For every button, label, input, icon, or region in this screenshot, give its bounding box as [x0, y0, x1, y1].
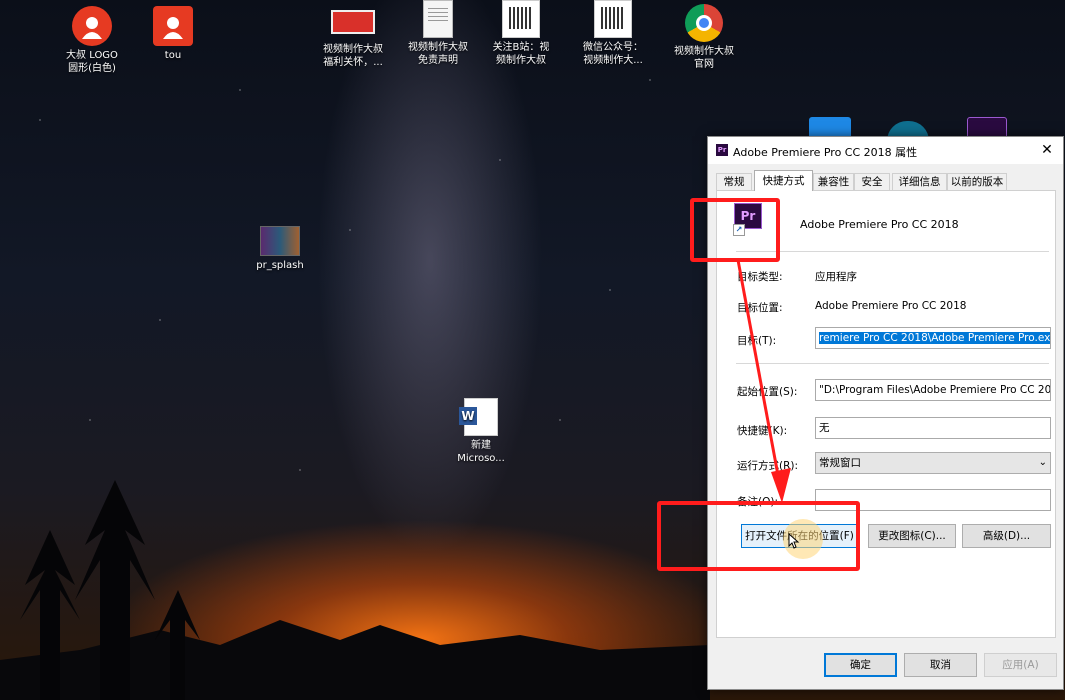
- target-type-value: 应用程序: [815, 271, 857, 283]
- chevron-down-icon: ⌄: [1038, 457, 1047, 468]
- desktop-icon-pr-splash[interactable]: pr_splash: [234, 226, 326, 272]
- apply-button[interactable]: 应用(A): [984, 653, 1057, 677]
- desktop-icon-label: tou: [164, 50, 182, 61]
- change-icon-button[interactable]: 更改图标(C)...: [868, 524, 956, 548]
- desktop-icon-website[interactable]: 视频制作大叔 官网: [658, 4, 750, 71]
- shortcut-key-input[interactable]: 无: [815, 417, 1051, 439]
- close-icon[interactable]: ✕: [1037, 141, 1057, 159]
- annotation-box-open-location: [657, 501, 860, 571]
- tab-shortcut[interactable]: 快捷方式: [754, 170, 813, 191]
- red-circle-logo-icon: [72, 6, 112, 46]
- desktop-icon-disclaimer[interactable]: 视频制作大叔 免责声明: [392, 0, 484, 67]
- dialog-titlebar[interactable]: Pr Adobe Premiere Pro CC 2018 属性 ✕: [708, 137, 1063, 164]
- ok-button[interactable]: 确定: [824, 653, 897, 677]
- word-document-icon: W: [459, 398, 498, 436]
- desktop-icon-label: 微信公众号： 视频制作大...: [583, 42, 643, 66]
- image-thumbnail-icon: [260, 226, 300, 256]
- cancel-button[interactable]: 取消: [904, 653, 977, 677]
- desktop-icon-wechat[interactable]: 微信公众号： 视频制作大...: [567, 0, 659, 67]
- desktop-icon-word-doc[interactable]: W 新建 Microso...: [435, 398, 527, 465]
- tab-security[interactable]: 安全: [854, 173, 890, 190]
- pine-trees: [20, 480, 200, 700]
- document-file-icon: [423, 0, 453, 38]
- desktop-icon-label: 大叔 LOGO 圆形(白色): [66, 50, 118, 74]
- premiere-small-icon: Pr: [716, 144, 728, 156]
- desktop-icon-bilibili[interactable]: 关注B站：视 频制作大叔: [475, 0, 567, 67]
- desktop-icon-tou[interactable]: tou: [127, 6, 219, 62]
- tab-previous-versions[interactable]: 以前的版本: [947, 173, 1007, 190]
- desktop-icon-logo-white[interactable]: 大叔 LOGO 圆形(白色): [46, 6, 138, 75]
- target-input[interactable]: remiere Pro CC 2018\Adobe Premiere Pro.e…: [815, 327, 1051, 349]
- annotation-arrow: [736, 259, 791, 503]
- run-select[interactable]: 常规窗口 ⌄: [815, 452, 1051, 474]
- tab-general[interactable]: 常规: [716, 173, 752, 190]
- desktop-icon-label: 视频制作大叔 免责声明: [408, 42, 468, 66]
- qr-image-icon: [502, 0, 540, 38]
- tab-details[interactable]: 详细信息: [892, 173, 947, 190]
- target-location-value: Adobe Premiere Pro CC 2018: [815, 300, 967, 312]
- desktop-icon-welfare[interactable]: 视频制作大叔 福利关怀，...: [307, 6, 399, 69]
- tab-compatibility[interactable]: 兼容性: [813, 173, 854, 190]
- chrome-icon: [685, 4, 723, 42]
- desktop-icon-label: pr_splash: [256, 260, 304, 271]
- app-name: Adobe Premiere Pro CC 2018: [800, 218, 959, 231]
- advanced-button[interactable]: 高级(D)...: [962, 524, 1051, 548]
- separator: [736, 251, 1049, 252]
- dialog-title: Adobe Premiere Pro CC 2018 属性: [733, 146, 918, 159]
- annotation-box-app-icon: [690, 198, 780, 262]
- start-in-input[interactable]: "D:\Program Files\Adobe Premiere Pro CC …: [815, 379, 1051, 401]
- qr-image-icon: [594, 0, 632, 38]
- desktop-icon-label: 关注B站：视 频制作大叔: [492, 42, 550, 66]
- desktop-icon-label: 视频制作大叔 官网: [674, 46, 734, 70]
- desktop-icon-label: 视频制作大叔 福利关怀，...: [323, 44, 383, 68]
- image-file-icon: [331, 10, 375, 34]
- red-logo-icon: [153, 6, 193, 46]
- desktop-icon-label: 新建 Microso...: [457, 440, 505, 464]
